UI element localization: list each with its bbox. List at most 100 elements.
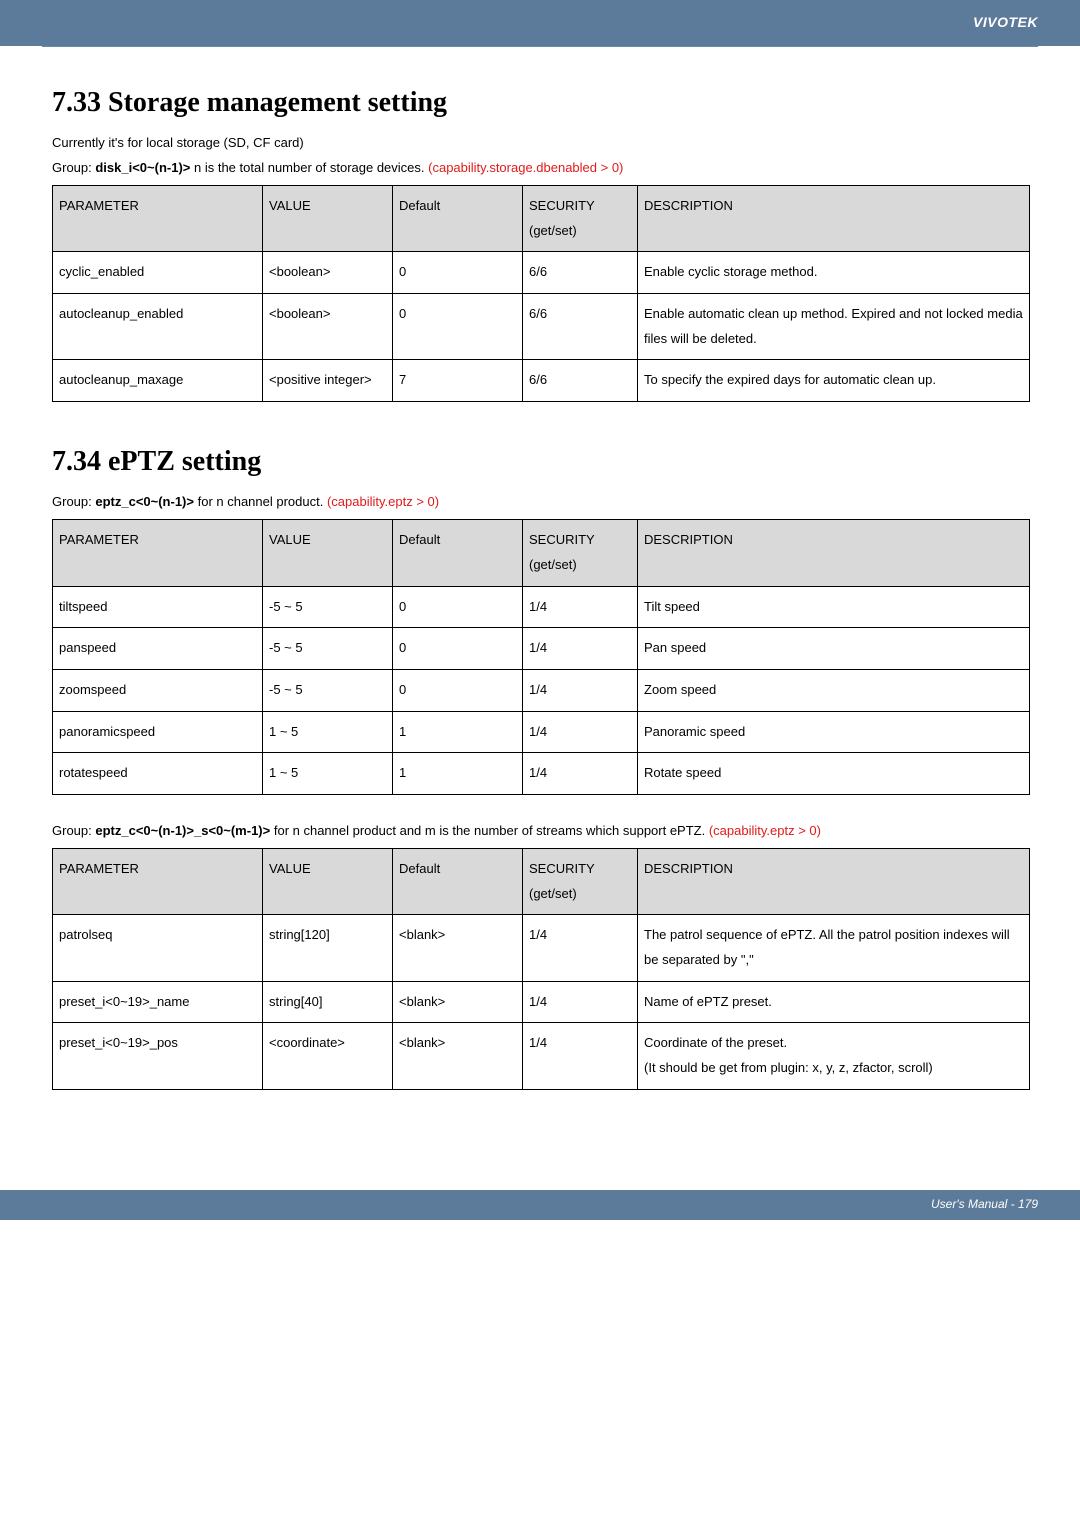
th-param: PARAMETER — [53, 520, 263, 586]
cell-value: 1 ~ 5 — [263, 753, 393, 795]
cell-value: 1 ~ 5 — [263, 711, 393, 753]
table-row: cyclic_enabled<boolean>06/6Enable cyclic… — [53, 252, 1030, 294]
section-733-heading: 7.33 Storage management setting — [52, 87, 1030, 119]
th-desc: DESCRIPTION — [638, 848, 1030, 914]
table-row: rotatespeed1 ~ 511/4Rotate speed — [53, 753, 1030, 795]
cell-param: autocleanup_enabled — [53, 294, 263, 360]
cell-param: rotatespeed — [53, 753, 263, 795]
cell-security: 1/4 — [523, 586, 638, 628]
top-banner: VIVOTEK — [0, 0, 1080, 46]
cell-value: -5 ~ 5 — [263, 628, 393, 670]
cell-param: tiltspeed — [53, 586, 263, 628]
cell-param: preset_i<0~19>_name — [53, 981, 263, 1023]
cell-value: <boolean> — [263, 294, 393, 360]
cell-param: zoomspeed — [53, 669, 263, 711]
cell-default: 7 — [393, 360, 523, 402]
cell-default: 1 — [393, 753, 523, 795]
group-red: (capability.eptz > 0) — [327, 494, 439, 509]
cell-security: 1/4 — [523, 981, 638, 1023]
table-header-row: PARAMETER VALUE Default SECURITY (get/se… — [53, 186, 1030, 252]
th-security: SECURITY (get/set) — [523, 848, 638, 914]
table-734b-body: patrolseqstring[120]<blank>1/4The patrol… — [53, 915, 1030, 1089]
cell-desc: Panoramic speed — [638, 711, 1030, 753]
table-row: tiltspeed-5 ~ 501/4Tilt speed — [53, 586, 1030, 628]
cell-param: panoramicspeed — [53, 711, 263, 753]
th-security-line2: (get/set) — [529, 557, 577, 572]
cell-default: 0 — [393, 586, 523, 628]
cell-desc: Tilt speed — [638, 586, 1030, 628]
cell-default: <blank> — [393, 981, 523, 1023]
cell-security: 1/4 — [523, 1023, 638, 1089]
cell-value: string[120] — [263, 915, 393, 981]
group-rest: for n channel product. — [194, 494, 327, 509]
cell-value: -5 ~ 5 — [263, 586, 393, 628]
th-security-line1: SECURITY — [529, 861, 595, 876]
group-bold: disk_i<0~(n-1)> — [95, 160, 190, 175]
cell-param: panspeed — [53, 628, 263, 670]
cell-value: string[40] — [263, 981, 393, 1023]
th-security: SECURITY (get/set) — [523, 520, 638, 586]
cell-value: <coordinate> — [263, 1023, 393, 1089]
table-row: preset_i<0~19>_pos<coordinate><blank>1/4… — [53, 1023, 1030, 1089]
cell-desc: The patrol sequence of ePTZ. All the pat… — [638, 915, 1030, 981]
group-bold: eptz_c<0~(n-1)>_s<0~(m-1)> — [95, 823, 270, 838]
cell-value: <positive integer> — [263, 360, 393, 402]
cell-security: 6/6 — [523, 360, 638, 402]
cell-desc: Enable automatic clean up method. Expire… — [638, 294, 1030, 360]
section-734-heading: 7.34 ePTZ setting — [52, 446, 1030, 478]
table-734a-body: tiltspeed-5 ~ 501/4Tilt speedpanspeed-5 … — [53, 586, 1030, 794]
th-default: Default — [393, 848, 523, 914]
cell-desc: Coordinate of the preset. (It should be … — [638, 1023, 1030, 1089]
th-desc: DESCRIPTION — [638, 186, 1030, 252]
cell-security: 1/4 — [523, 628, 638, 670]
cell-default: 0 — [393, 669, 523, 711]
cell-default: 0 — [393, 294, 523, 360]
th-security: SECURITY (get/set) — [523, 186, 638, 252]
cell-default: <blank> — [393, 915, 523, 981]
cell-desc: Pan speed — [638, 628, 1030, 670]
cell-param: cyclic_enabled — [53, 252, 263, 294]
group-red: (capability.storage.dbenabled > 0) — [428, 160, 623, 175]
cell-security: 1/4 — [523, 669, 638, 711]
th-param: PARAMETER — [53, 848, 263, 914]
footer-banner: User's Manual - 179 — [0, 1190, 1080, 1220]
cell-security: 6/6 — [523, 294, 638, 360]
group-prefix: Group: — [52, 823, 95, 838]
table-header-row: PARAMETER VALUE Default SECURITY (get/se… — [53, 848, 1030, 914]
table-row: zoomspeed-5 ~ 501/4Zoom speed — [53, 669, 1030, 711]
section-733-intro: Currently it's for local storage (SD, CF… — [52, 135, 1030, 150]
table-row: autocleanup_enabled<boolean>06/6Enable a… — [53, 294, 1030, 360]
cell-param: autocleanup_maxage — [53, 360, 263, 402]
th-default: Default — [393, 520, 523, 586]
cell-security: 6/6 — [523, 252, 638, 294]
th-security-line1: SECURITY — [529, 532, 595, 547]
brand-label: VIVOTEK — [973, 14, 1038, 30]
table-734b: PARAMETER VALUE Default SECURITY (get/se… — [52, 848, 1030, 1090]
cell-desc: Rotate speed — [638, 753, 1030, 795]
group-red: (capability.eptz > 0) — [709, 823, 821, 838]
th-security-line2: (get/set) — [529, 223, 577, 238]
th-value: VALUE — [263, 186, 393, 252]
table-733: PARAMETER VALUE Default SECURITY (get/se… — [52, 185, 1030, 402]
cell-default: 0 — [393, 628, 523, 670]
th-security-line1: SECURITY — [529, 198, 595, 213]
cell-default: 1 — [393, 711, 523, 753]
cell-value: -5 ~ 5 — [263, 669, 393, 711]
page-content: 7.33 Storage management setting Currentl… — [0, 47, 1080, 1150]
cell-desc: Enable cyclic storage method. — [638, 252, 1030, 294]
group-rest: n is the total number of storage devices… — [190, 160, 428, 175]
th-security-line2: (get/set) — [529, 886, 577, 901]
section-734b-group-line: Group: eptz_c<0~(n-1)>_s<0~(m-1)> for n … — [52, 823, 1030, 838]
cell-param: patrolseq — [53, 915, 263, 981]
table-row: preset_i<0~19>_namestring[40]<blank>1/4N… — [53, 981, 1030, 1023]
cell-param: preset_i<0~19>_pos — [53, 1023, 263, 1089]
th-desc: DESCRIPTION — [638, 520, 1030, 586]
group-prefix: Group: — [52, 494, 95, 509]
cell-security: 1/4 — [523, 753, 638, 795]
group-rest: for n channel product and m is the numbe… — [270, 823, 709, 838]
table-row: panspeed-5 ~ 501/4Pan speed — [53, 628, 1030, 670]
cell-security: 1/4 — [523, 711, 638, 753]
cell-security: 1/4 — [523, 915, 638, 981]
table-header-row: PARAMETER VALUE Default SECURITY (get/se… — [53, 520, 1030, 586]
table-734a: PARAMETER VALUE Default SECURITY (get/se… — [52, 519, 1030, 795]
